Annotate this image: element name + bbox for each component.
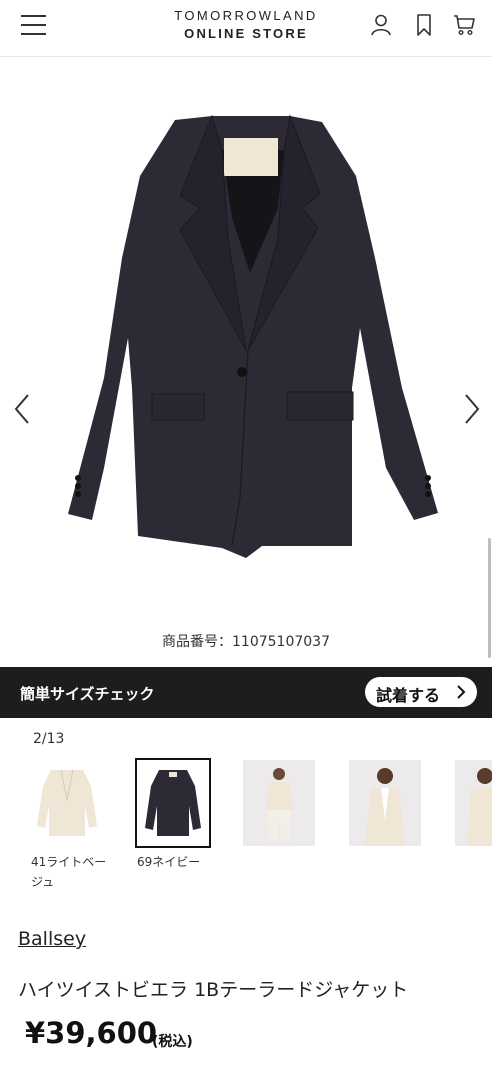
tax-note: (税込) [152, 1034, 193, 1050]
chevron-right-icon [457, 685, 466, 699]
color-swatch-navy[interactable] [135, 758, 211, 848]
product-name: ハイツイストビエラ 1Bテーラードジャケット [18, 979, 409, 1001]
site-header: TOMORROWLAND ONLINE STORE [0, 0, 492, 57]
cart-icon[interactable] [452, 13, 476, 37]
color-label-navy[interactable]: 69ネイビー [137, 852, 200, 872]
navy-jacket-thumbnail [137, 760, 209, 846]
jacket-image [68, 114, 438, 558]
brand-link[interactable]: Ballsey [18, 928, 86, 950]
user-icon[interactable] [369, 13, 393, 37]
size-check-title: 簡単サイズチェック [20, 685, 155, 703]
next-image-arrow-icon[interactable] [460, 392, 484, 426]
size-check-bar: 簡単サイズチェック 試着する [0, 667, 492, 718]
logo-line-2: ONLINE STORE [184, 26, 308, 41]
light-beige-jacket-thumbnail [31, 760, 103, 846]
model-photo-thumbnail-2[interactable] [349, 760, 421, 846]
color-swatch-light-beige[interactable] [31, 760, 103, 846]
model-photo-thumbnail-1[interactable] [243, 760, 315, 846]
try-on-button[interactable]: 試着する [365, 677, 477, 707]
store-logo[interactable]: TOMORROWLAND ONLINE STORE [146, 7, 346, 44]
previous-image-arrow-icon[interactable] [10, 392, 34, 426]
color-label-light-beige[interactable]: 41ライトベー ジュ [31, 852, 106, 892]
model-photo-thumbnail-3[interactable] [455, 760, 492, 846]
product-price: ¥39,600 [25, 1016, 158, 1050]
menu-icon[interactable] [21, 15, 46, 35]
product-main-image[interactable] [0, 58, 492, 624]
bookmark-icon[interactable] [412, 13, 436, 37]
product-code: 商品番号：11075107037 [162, 634, 330, 650]
image-pager: 2/13 [33, 731, 65, 747]
logo-line-1: TOMORROWLAND [174, 8, 318, 23]
try-on-label: 試着する [376, 686, 441, 705]
